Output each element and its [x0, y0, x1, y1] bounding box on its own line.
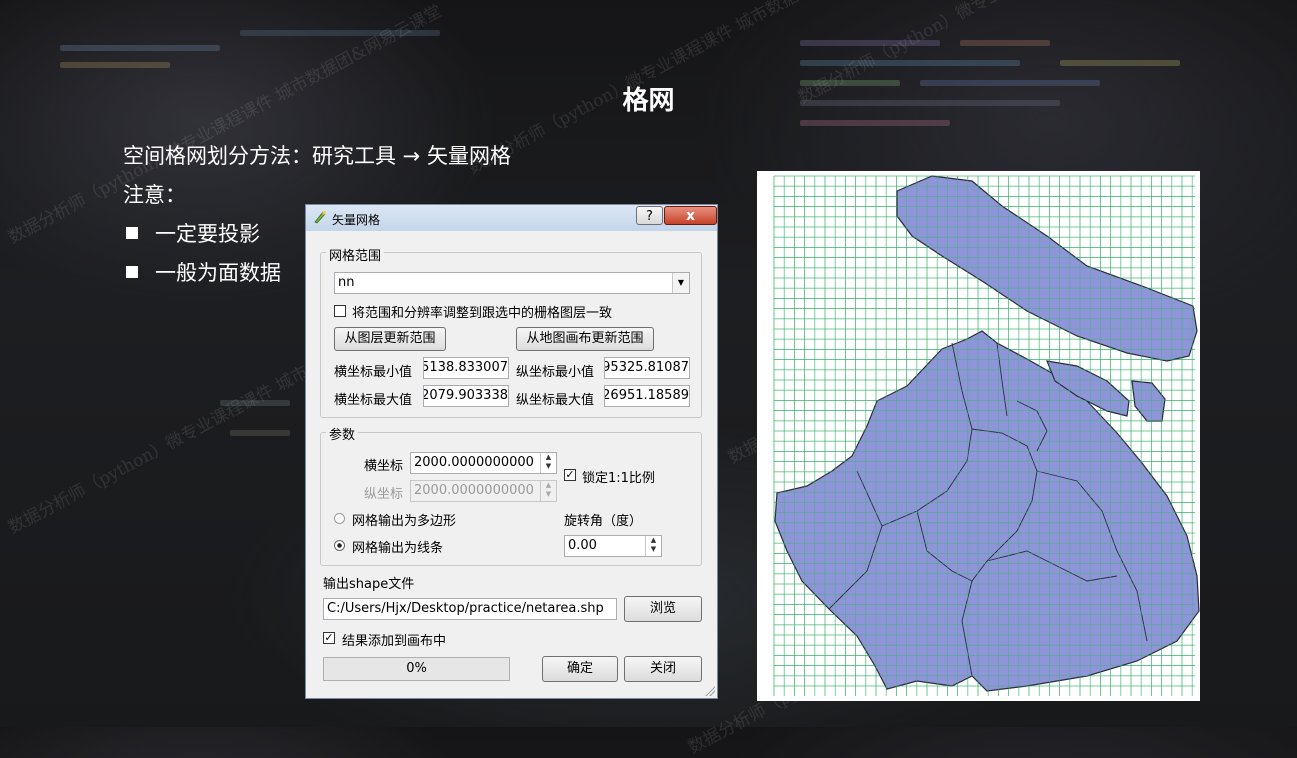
hengsha-island [1131, 380, 1166, 422]
snap-to-raster-checkbox[interactable] [334, 305, 346, 317]
resize-grip-icon[interactable] [705, 686, 715, 696]
lock-ratio-checkbox[interactable]: ✓ [564, 469, 576, 481]
snap-to-raster-label: 将范围和分辨率调整到跟选中的栅格图层一致 [352, 306, 613, 321]
ok-button[interactable]: 确定 [542, 656, 618, 682]
bullet-item: 一般为面数据 [123, 257, 281, 287]
update-from-canvas-button[interactable]: 从地图画布更新范围 [516, 327, 654, 351]
add-result-checkbox[interactable]: ✓ [323, 632, 335, 644]
close-window-button[interactable]: x [664, 206, 717, 225]
xmax-label: 横坐标最大值 [334, 393, 413, 408]
lines-output-radio[interactable] [334, 540, 345, 551]
chevron-down-icon: ▼ [672, 273, 689, 293]
spin-arrows-icon[interactable]: ▲ ▼ [645, 536, 661, 556]
y-size-label: 纵坐标 [364, 487, 404, 502]
update-from-layer-button[interactable]: 从图层更新范围 [334, 327, 446, 351]
x-size-label: 横坐标 [364, 459, 404, 474]
rotation-spinbox[interactable]: 0.00 ▲ ▼ [564, 535, 662, 557]
progress-bar: 0% [323, 657, 510, 681]
rotation-label: 旋转角（度） [564, 514, 643, 529]
output-label: 输出shape文件 [323, 577, 415, 592]
x-size-spinbox[interactable]: 2000.0000000000 ▲ ▼ [410, 452, 557, 474]
map-canvas[interactable] [757, 171, 1200, 701]
chongming-island [896, 175, 1198, 362]
y-size-spinbox: 2000.0000000000 ▲ ▼ [410, 480, 557, 502]
vector-grid-dialog: 矢量网格 ? x 网格范围 nn ▼ 将范围和分辨率调整到跟选中的栅格图层一致 … [305, 204, 718, 699]
ymax-label: 纵坐标最大值 [516, 393, 595, 408]
lock-ratio-label: 锁定1:1比例 [582, 471, 655, 486]
spin-arrows-icon: ▲ ▼ [540, 481, 556, 501]
output-path-field[interactable]: C:/Users/Hjx/Desktop/practice/netarea.sh… [323, 598, 617, 620]
dialog-title: 矢量网格 [332, 213, 381, 227]
xmin-label: 横坐标最小值 [334, 365, 413, 380]
params-group-label: 参数 [326, 424, 359, 443]
extent-group-label: 网格范围 [326, 245, 385, 264]
shanghai-grid-map [773, 175, 1200, 696]
polygon-output-label: 网格输出为多边形 [352, 514, 457, 529]
ymin-field[interactable]: 3395325.81087 [604, 357, 690, 379]
note-label: 注意： [123, 183, 186, 207]
intro-line: 空间格网划分方法：研究工具 → 矢量网格 [123, 144, 511, 168]
xmax-field[interactable]: -1102079.903338 [423, 385, 509, 407]
slide-title: 格网 [622, 86, 675, 116]
spin-arrows-icon[interactable]: ▲ ▼ [540, 453, 556, 473]
bullet-item: 一定要投影 [123, 218, 260, 248]
bullet-square-icon [126, 266, 138, 278]
ymax-field[interactable]: 3526951.18589 [604, 385, 690, 407]
ymin-label: 纵坐标最小值 [516, 365, 595, 380]
bullet-square-icon [126, 227, 138, 239]
close-button[interactable]: 关闭 [624, 656, 702, 682]
add-result-label: 结果添加到画布中 [342, 634, 447, 649]
polygon-output-radio[interactable] [334, 513, 345, 524]
browse-button[interactable]: 浏览 [624, 596, 702, 622]
qgis-tool-icon [314, 211, 326, 224]
xmin-field[interactable]: -1195138.833007 [423, 357, 509, 379]
dialog-titlebar[interactable]: 矢量网格 ? x [306, 205, 717, 231]
layer-select[interactable]: nn ▼ [334, 272, 690, 294]
lines-output-label: 网格输出为线条 [352, 541, 444, 556]
help-button[interactable]: ? [636, 206, 663, 225]
